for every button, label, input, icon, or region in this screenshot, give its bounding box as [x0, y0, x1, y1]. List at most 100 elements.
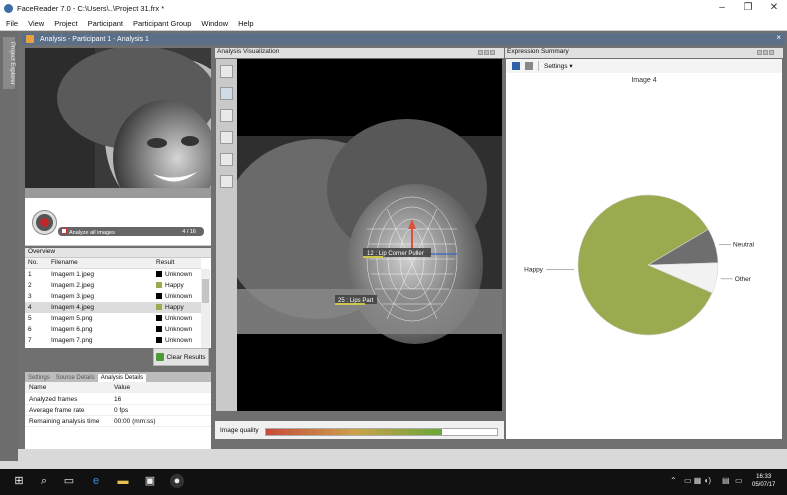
frame-tool-icon[interactable] [220, 65, 233, 78]
details-tabs: Settings Source Details Analysis Details [25, 372, 211, 382]
expression-chart-area: Image 4 Happy Neutral Other [506, 73, 782, 439]
row-filename: Imagem 5.png [51, 314, 93, 322]
tab-settings[interactable]: Settings [25, 374, 53, 382]
menu-participant-group[interactable]: Participant Group [133, 19, 191, 28]
result-swatch [156, 315, 162, 322]
table-row[interactable]: 1 Imagem 1.jpeg Unknown [25, 269, 201, 280]
row-no: 7 [28, 336, 32, 344]
row-filename: Imagem 7.png [51, 336, 93, 344]
clear-results-label: Clear Results [166, 353, 206, 361]
row-no: 2 [28, 281, 32, 289]
row-no: 4 [28, 303, 32, 311]
expr-pane-buttons[interactable] [757, 50, 777, 56]
mesh-icon[interactable] [220, 153, 233, 166]
settings-label: Settings [544, 63, 568, 70]
record-button[interactable] [33, 211, 56, 234]
result-swatch [156, 304, 162, 311]
clear-icon [156, 353, 165, 361]
analyze-all-label: Analyze all images [69, 229, 115, 236]
notification-icon[interactable]: ▤ [722, 476, 730, 485]
table-row[interactable]: 3 Imagem 3.jpeg Unknown [25, 291, 201, 302]
checkbox-icon [61, 227, 67, 234]
table-row[interactable]: 2 Imagem 2.jpeg Happy [25, 280, 201, 291]
tab-source-details[interactable]: Source Details [53, 374, 98, 382]
menu-help[interactable]: Help [238, 19, 253, 28]
pie-label-other: Other [735, 276, 752, 283]
image-preview [25, 48, 211, 198]
facereader-app-icon[interactable]: ● [170, 474, 184, 488]
menu-file[interactable]: File [6, 19, 18, 28]
face-mesh-image: 12 : Lip Corner Puller 25 : Lips Part [237, 59, 502, 411]
viz-pane-buttons[interactable] [478, 50, 498, 56]
clear-results-button[interactable]: Clear Results [153, 348, 209, 366]
close-analysis-button[interactable]: × [776, 33, 781, 42]
col-no: No. [28, 259, 39, 267]
app-icon [4, 4, 13, 13]
detail-name: Analyzed frames [29, 395, 78, 403]
row-result: Happy [156, 282, 184, 289]
clock-date: 05/07/17 [752, 482, 776, 488]
row-no: 5 [28, 314, 32, 322]
action-units-icon[interactable] [220, 131, 233, 144]
analyze-all-toggle[interactable]: Analyze all images [61, 227, 115, 236]
pie-label-happy: Happy [524, 267, 544, 274]
table-row[interactable]: 4 Imagem 4.jpeg Happy [25, 302, 201, 313]
details-header: Name Value [25, 382, 211, 393]
chevron-up-icon[interactable]: ⌃ [670, 476, 677, 485]
file-explorer-icon[interactable]: ▬ [116, 474, 130, 488]
edge-browser-icon[interactable]: e [89, 474, 103, 488]
search-icon[interactable]: ⌕ [37, 474, 51, 488]
au25-label: 25 : Lips Part [338, 298, 374, 304]
analysis-window-titlebar: Analysis - Participant 1 - Analysis 1 × [22, 33, 785, 45]
table-scrollbar[interactable] [201, 269, 210, 348]
system-clock[interactable]: 16:33 05/07/17 [752, 473, 775, 489]
window-title: FaceReader 7.0 - C:\Users\..\Project 31.… [17, 4, 165, 13]
tab-analysis-details[interactable]: Analysis Details [97, 374, 147, 382]
analysis-icon [26, 35, 34, 43]
expression-toolbar: Settings ▾ [506, 59, 782, 73]
row-filename: Imagem 3.jpeg [51, 292, 94, 300]
maximize-button[interactable]: ❐ [741, 2, 755, 13]
col-result: Result [156, 259, 175, 267]
windows-start-icon[interactable]: ⊞ [12, 474, 26, 488]
table-row: Analyzed frames 16 [25, 394, 211, 405]
preview-photo [25, 48, 211, 198]
export-icon[interactable] [525, 62, 533, 70]
col-name: Name [29, 383, 47, 391]
chevron-down-icon: ▾ [569, 63, 573, 70]
menu-view[interactable]: View [28, 19, 44, 28]
menu-participant[interactable]: Participant [88, 19, 123, 28]
row-no: 6 [28, 325, 32, 333]
table-row[interactable]: 5 Imagem 5.png Unknown [25, 313, 201, 324]
au12-label: 12 : Lip Corner Puller [367, 251, 424, 257]
menu-window[interactable]: Window [201, 19, 228, 28]
overview-header: Overview [25, 248, 211, 258]
close-button[interactable]: ✕ [767, 2, 781, 13]
zoom-fit-icon[interactable] [220, 175, 233, 188]
table-row[interactable]: 6 Imagem 6.png Unknown [25, 324, 201, 335]
row-result-text: Happy [165, 281, 184, 289]
result-swatch [156, 282, 162, 289]
table-row[interactable]: 7 Imagem 7.png Unknown [25, 335, 201, 346]
settings-dropdown[interactable]: Settings ▾ [544, 62, 573, 70]
task-view-icon[interactable]: ▭ [62, 474, 76, 488]
scroll-thumb[interactable] [202, 279, 209, 303]
table-header: No. Filename Result [25, 258, 201, 269]
row-result: Unknown [156, 315, 192, 322]
tray-icons[interactable]: ▭ ▦ ◖) [684, 476, 711, 485]
expression-pie-chart: Image 4 Happy Neutral Other [524, 77, 755, 336]
store-icon[interactable]: ▣ [143, 474, 157, 488]
row-result-text: Unknown [165, 292, 193, 300]
menu-project[interactable]: Project [54, 19, 77, 28]
grid-tool-icon[interactable] [220, 87, 233, 100]
detail-value: 00:00 (mm:ss) [114, 417, 156, 425]
keyboard-icon[interactable]: ▭ [735, 476, 743, 485]
row-result: Unknown [156, 271, 192, 278]
file-table: No. Filename Result 1 Imagem 1.jpeg Unknow… [25, 258, 211, 348]
project-explorer-tab[interactable]: Project Explorer [3, 37, 15, 89]
col-value: Value [114, 383, 131, 391]
save-icon[interactable] [512, 62, 520, 70]
minimize-button[interactable]: – [715, 2, 729, 13]
face-model-icon[interactable] [220, 109, 233, 122]
image-quality-bar [265, 428, 498, 436]
